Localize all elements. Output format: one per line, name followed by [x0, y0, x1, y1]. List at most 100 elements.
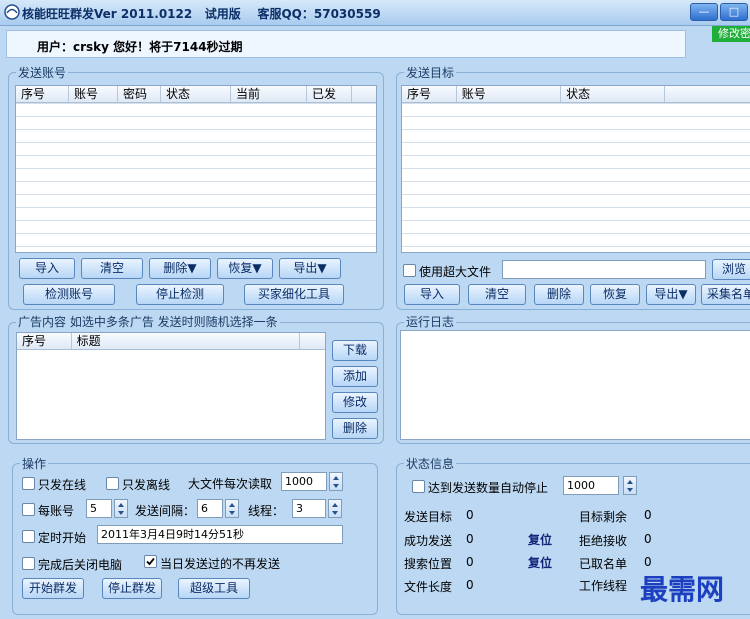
- column-header[interactable]: 密码: [118, 86, 161, 102]
- worker-threads-label: 工作线程: [579, 579, 628, 593]
- timed-start-input[interactable]: 2011年3月4日9时14分51秒: [97, 525, 343, 544]
- taken-list-label: 已取名单: [579, 557, 628, 571]
- reject-count-label: 拒绝接收: [579, 534, 628, 548]
- column-header-empty: [665, 86, 750, 102]
- export-account-dropdown[interactable]: 导出▼: [279, 258, 341, 279]
- clear-account-button[interactable]: 清空: [81, 258, 143, 279]
- column-header[interactable]: 账号: [457, 86, 562, 102]
- interval-input[interactable]: 6: [197, 499, 223, 518]
- only-online-checkbox[interactable]: [22, 477, 35, 490]
- only-offline-label: 只发离线: [122, 478, 171, 492]
- download-ad-button[interactable]: 下载: [332, 340, 378, 361]
- check-account-button[interactable]: 检测账号: [23, 284, 115, 305]
- reject-count-value: 0: [644, 532, 652, 546]
- delete-account-dropdown[interactable]: 删除▼: [149, 258, 211, 279]
- stop-check-button[interactable]: 停止检测: [136, 284, 224, 305]
- column-header[interactable]: 状态: [561, 86, 665, 102]
- shutdown-checkbox[interactable]: [22, 557, 35, 570]
- no-repeat-label: 当日发送过的不再发送: [160, 557, 281, 571]
- column-header[interactable]: 序号: [17, 333, 72, 349]
- run-log-label: 运行日志: [404, 313, 457, 330]
- user-info-bar: 用户：crsky 您好！将于7144秒过期: [6, 30, 686, 58]
- timed-start-checkbox[interactable]: [22, 530, 35, 543]
- column-header[interactable]: 账号: [69, 86, 118, 102]
- send-target-label: 发送目标: [404, 64, 457, 81]
- column-header-empty: [300, 333, 325, 349]
- per-account-label: 每账号: [38, 504, 75, 518]
- restore-target-button[interactable]: 恢复: [590, 284, 640, 305]
- file-length-label: 文件长度: [404, 580, 453, 594]
- big-file-read-spinner[interactable]: [329, 472, 343, 491]
- only-offline-checkbox[interactable]: [106, 477, 119, 490]
- modify-password-button[interactable]: 修改密: [712, 26, 750, 42]
- start-send-button[interactable]: 开始群发: [22, 578, 84, 599]
- auto-stop-label: 达到发送数量自动停止: [428, 481, 549, 495]
- import-target-button[interactable]: 导入: [404, 284, 460, 305]
- delete-ad-button[interactable]: 删除: [332, 418, 378, 439]
- ad-content-label: 广告内容 如选中多条广告 发送时则随机选择一条: [16, 313, 280, 330]
- auto-stop-input[interactable]: 1000: [563, 476, 619, 495]
- status-label: 状态信息: [404, 455, 457, 472]
- maximize-button[interactable]: □: [720, 3, 748, 21]
- target-count-value: 0: [466, 508, 474, 522]
- success-count-label: 成功发送: [404, 534, 453, 548]
- shutdown-label: 完成后关闭电脑: [38, 558, 123, 572]
- column-header[interactable]: 状态: [161, 86, 231, 102]
- title-bar: 核能旺旺群发Ver 2011.0122 试用版 客服QQ：57030559 — …: [0, 0, 750, 26]
- column-header[interactable]: 序号: [16, 86, 69, 102]
- send-account-label: 发送账号: [16, 64, 69, 81]
- auto-stop-checkbox[interactable]: [412, 480, 425, 493]
- auto-stop-spinner[interactable]: [623, 476, 637, 495]
- stop-send-button[interactable]: 停止群发: [102, 578, 162, 599]
- search-position-value: 0: [466, 555, 474, 569]
- column-header[interactable]: 序号: [402, 86, 457, 102]
- target-count-label: 发送目标: [404, 510, 453, 524]
- per-account-input[interactable]: 5: [86, 499, 112, 518]
- taken-list-value: 0: [644, 555, 652, 569]
- watermark-logo: 最需网: [640, 573, 725, 606]
- target-remain-label: 目标剩余: [579, 510, 628, 524]
- run-log-box[interactable]: [400, 330, 750, 440]
- column-header-empty: [352, 86, 376, 102]
- app-icon: [4, 4, 20, 20]
- big-file-path-input[interactable]: [502, 260, 706, 279]
- timed-start-label: 定时开始: [38, 531, 87, 545]
- minimize-button[interactable]: —: [690, 3, 718, 21]
- account-table[interactable]: 序号 账号 密码 状态 当前 已发: [15, 85, 377, 253]
- restore-account-dropdown[interactable]: 恢复▼: [217, 258, 273, 279]
- use-big-file-label: 使用超大文件: [419, 265, 492, 279]
- target-table[interactable]: 序号 账号 状态: [401, 85, 750, 253]
- export-target-dropdown[interactable]: 导出▼: [646, 284, 696, 305]
- threads-spinner[interactable]: [328, 499, 342, 518]
- threads-label: 线程：: [248, 504, 285, 518]
- column-header[interactable]: 已发: [307, 86, 352, 102]
- buyer-tool-button[interactable]: 买家细化工具: [244, 284, 344, 305]
- column-header[interactable]: 标题: [72, 333, 301, 349]
- use-big-file-checkbox[interactable]: [403, 264, 416, 277]
- per-account-checkbox[interactable]: [22, 503, 35, 516]
- interval-spinner[interactable]: [225, 499, 239, 518]
- search-position-label: 搜索位置: [404, 557, 453, 571]
- import-account-button[interactable]: 导入: [19, 258, 75, 279]
- clear-target-button[interactable]: 清空: [468, 284, 526, 305]
- ad-table[interactable]: 序号 标题: [16, 332, 326, 440]
- no-repeat-checkbox[interactable]: [144, 555, 157, 568]
- threads-input[interactable]: 3: [292, 499, 326, 518]
- browse-button[interactable]: 浏览: [712, 259, 750, 280]
- reset-success-link[interactable]: 复位: [528, 531, 552, 548]
- window-title: 核能旺旺群发Ver 2011.0122 试用版 客服QQ：57030559: [22, 7, 381, 21]
- check-icon: [146, 557, 155, 566]
- column-header[interactable]: 当前: [231, 86, 307, 102]
- reset-search-link[interactable]: 复位: [528, 554, 552, 571]
- collect-list-button[interactable]: 采集名单: [701, 284, 750, 305]
- big-file-read-input[interactable]: 1000: [281, 472, 327, 491]
- delete-target-button[interactable]: 删除: [534, 284, 584, 305]
- target-remain-value: 0: [644, 508, 652, 522]
- operations-label: 操作: [20, 455, 49, 472]
- edit-ad-button[interactable]: 修改: [332, 392, 378, 413]
- success-count-value: 0: [466, 532, 474, 546]
- per-account-spinner[interactable]: [114, 499, 128, 518]
- big-file-read-label: 大文件每次读取: [188, 477, 273, 491]
- super-tool-button[interactable]: 超级工具: [178, 578, 250, 599]
- add-ad-button[interactable]: 添加: [332, 366, 378, 387]
